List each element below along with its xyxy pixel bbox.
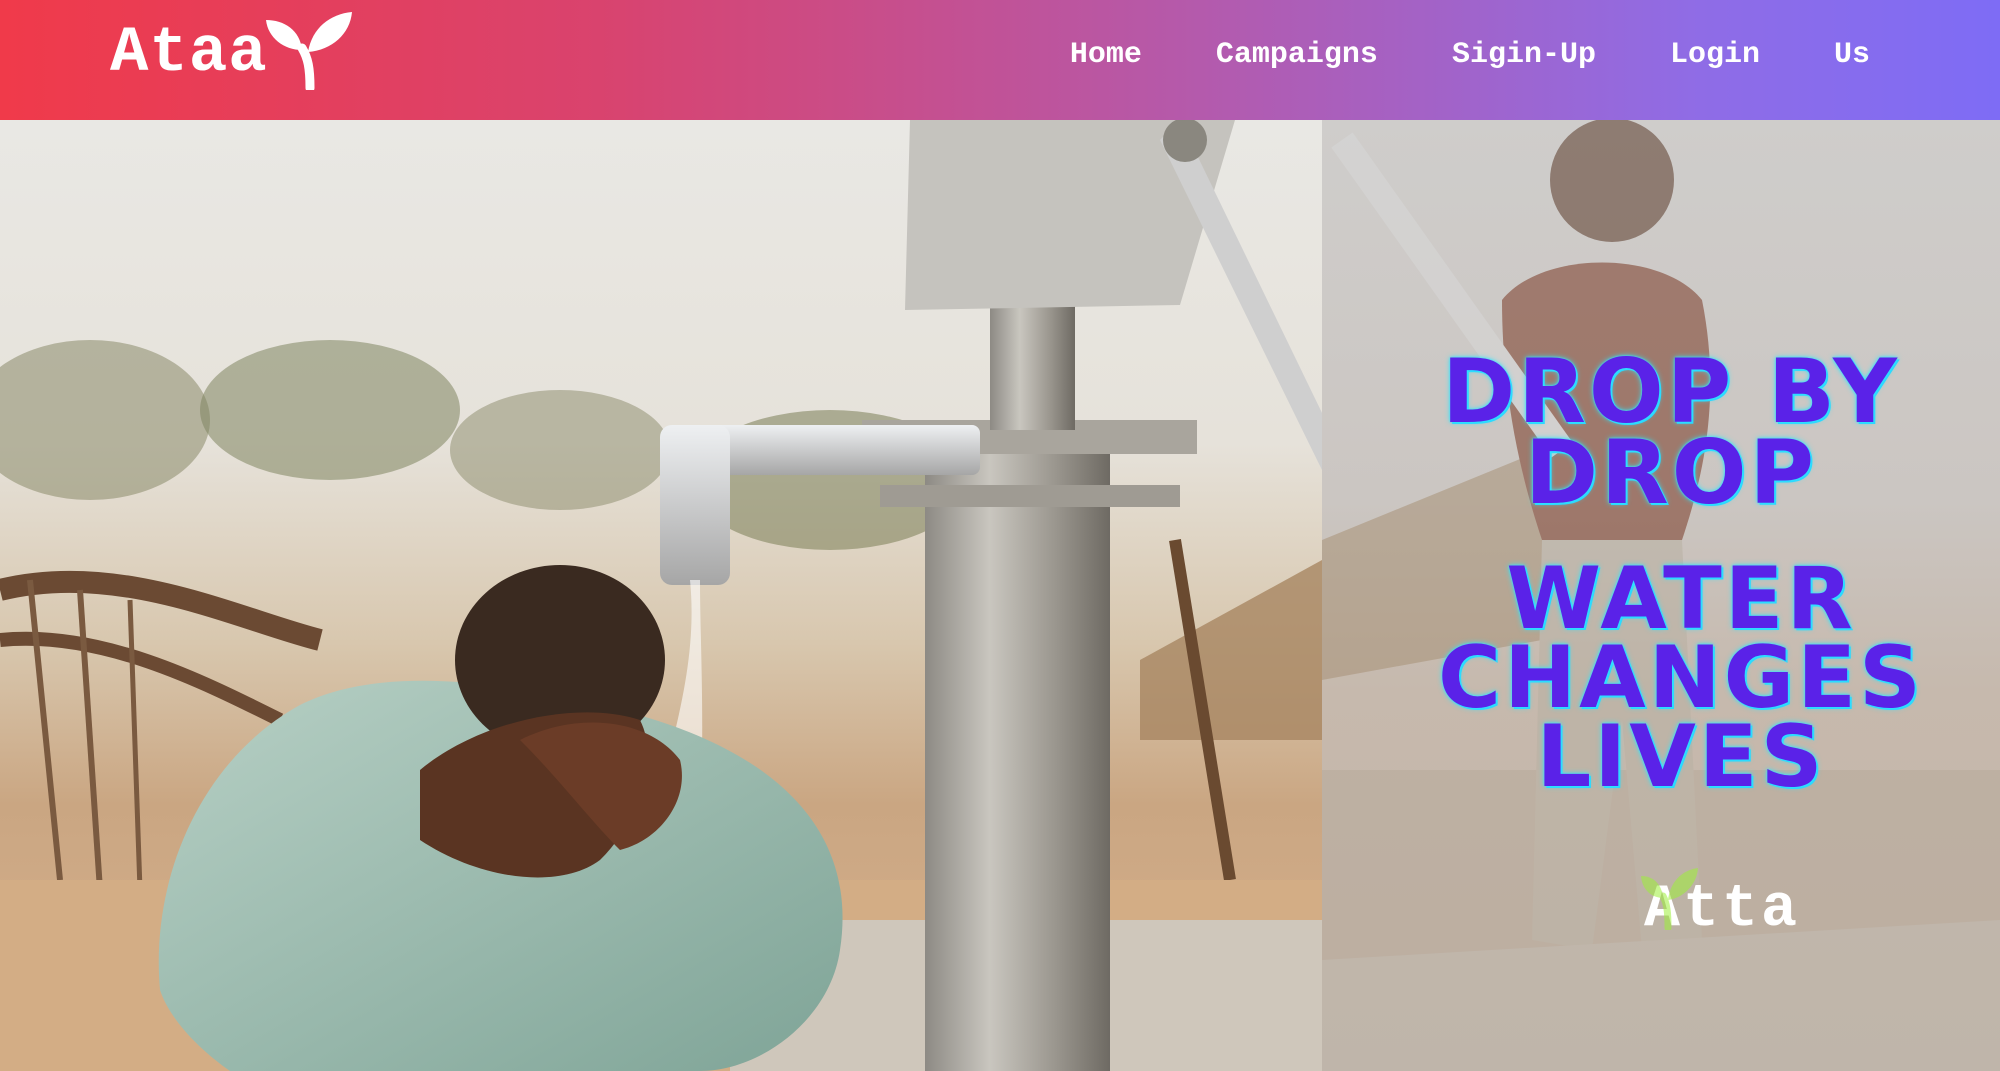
slogan-drop-by-drop: Drop By Drop (1442, 340, 1900, 524)
nav-us-link[interactable]: Us (1834, 38, 1870, 72)
nav-campaigns-link[interactable]: Campaigns (1216, 38, 1378, 72)
main-nav: Home Campaigns Sigin-Up Login Us (1070, 0, 1870, 110)
brand-logo[interactable]: Ataa (110, 12, 354, 94)
top-navbar: Ataa Home Campaigns Sigin-Up Login Us (0, 0, 2000, 120)
nav-login-link[interactable]: Login (1670, 38, 1760, 72)
hero-slogan-panel: Drop By Drop Water Changes Lives Atta (1322, 120, 2000, 1071)
sprout-icon (265, 12, 352, 90)
sprout-icon (1641, 868, 1698, 930)
hero-photo (0, 120, 1322, 1071)
brand-name: Ataa (110, 18, 268, 90)
footer-brand-logo[interactable]: Atta (1641, 868, 1800, 950)
nav-home-link[interactable]: Home (1070, 38, 1142, 72)
water-pump-scene (0, 120, 1322, 1071)
nav-signup-link[interactable]: Sigin-Up (1452, 38, 1596, 72)
slogan-water-changes-lives: Water Changes Lives (1438, 549, 1924, 808)
